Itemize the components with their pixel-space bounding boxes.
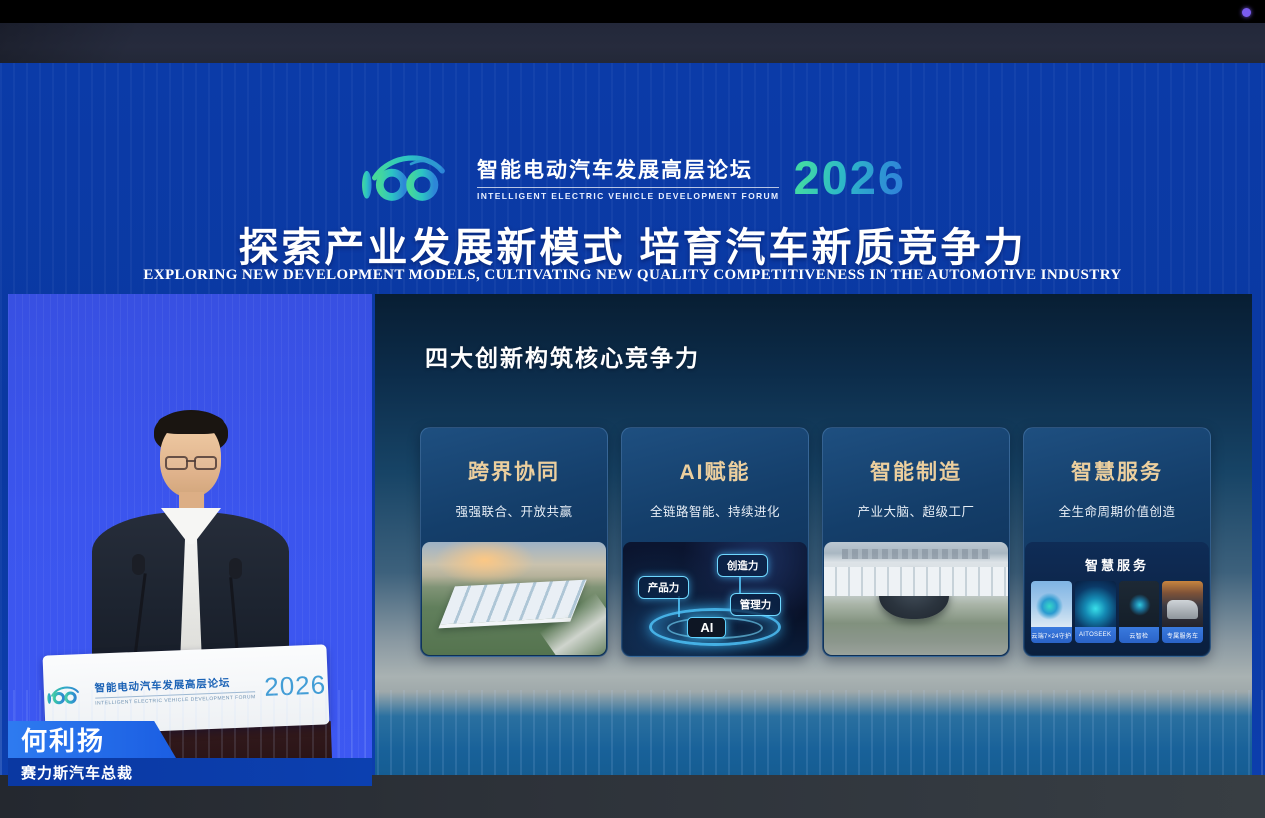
card-title: 智能制造 [870,461,962,484]
service-tile-service-van: 专属服务车 [1162,581,1203,643]
card-title: AI赋能 [679,461,751,484]
forum-logo-text: 智能电动汽车发展高层论坛 INTELLIGENT ELECTRIC VEHICL… [476,154,780,201]
card-cross-industry: 跨界协同 强强联合、开放共赢 [420,427,608,657]
card-subtitle: 强强联合、开放共赢 [455,505,573,519]
speaker-glasses-bridge [186,460,196,462]
service-tile-label: 云端7×24守护 [1031,627,1072,643]
podium-logo-divider [95,691,256,699]
card-title: 智慧服务 [1071,461,1163,484]
cloud-inspection-icon [1118,581,1160,627]
service-tile-label: AITOSEEK [1074,627,1116,643]
speaker-name: 何利扬 [21,726,106,756]
card-smart-manufacturing: 智能制造 产业大脑、超级工厂 [822,427,1010,657]
ai-chip-label: AI [687,616,727,638]
service-tile-aitoseek: AITOSEEK [1074,581,1116,643]
stage-background: 智能电动汽车发展高层论坛 INTELLIGENT ELECTRIC VEHICL… [0,63,1265,791]
forum-title-cn: 智能电动汽车发展高层论坛 [476,158,753,182]
speaker-video-panel: 智能电动汽车发展高层论坛 INTELLIGENT ELECTRIC VEHICL… [8,294,372,791]
ai-platform-image: 产品力 创造力 管理力 AI [623,542,807,655]
forum-100-logo-icon [359,149,463,205]
speaker-title: 赛力斯汽车总裁 [21,764,134,782]
card-title: 跨界协同 [468,461,560,484]
podium-logo-icon [47,686,79,705]
podium-year: 2026 [263,668,327,702]
service-tile-cloud-check: 云智检 [1118,581,1160,643]
microphone-icon-left [132,554,145,575]
forum-logo-lockup: 智能电动汽车发展高层论坛 INTELLIGENT ELECTRIC VEHICL… [0,149,1265,205]
factory-aerial-image [422,542,606,655]
speaker-hair-fringe [158,412,224,434]
ai-connector-line [738,575,741,594]
video-frame: 智能电动汽车发展高层论坛 INTELLIGENT ELECTRIC VEHICL… [0,0,1265,818]
round-building-top [901,571,928,582]
service-panel-title: 智慧服务 [1084,558,1149,573]
podium-title-cn: 智能电动汽车发展高层论坛 [94,677,231,695]
presentation-slide: 四大创新构筑核心竞争力 跨界协同 强强联合、开放共赢 AI赋能 全链路智能、持续… [375,294,1252,791]
forum-logo-divider [476,186,780,188]
speaker-glasses-left [165,456,188,470]
ai-tag-management: 管理力 [729,592,782,616]
card-ai-empowerment: AI赋能 全链路智能、持续进化 产品力 创造力 管理力 AI [621,427,809,657]
event-headline-cn: 探索产业发展新模式 培育汽车新质竞争力 [238,226,1027,270]
card-subtitle: 全生命周期价值创造 [1058,505,1176,519]
card-subtitle: 全链路智能、持续进化 [649,505,780,519]
microphone-icon-right [229,558,242,579]
speaker-glasses-right [194,456,217,470]
forum-title-en: INTELLIGENT ELECTRIC VEHICLE DEVELOPMENT… [476,190,780,201]
recording-indicator-dot [1242,8,1251,17]
podium-title-en: INTELLIGENT ELECTRIC VEHICLE DEVELOPMENT… [95,694,256,707]
service-tile-cloud: 云端7×24守护 [1031,581,1072,643]
letterbox-top [0,0,1265,23]
service-tile-label: 云智检 [1118,627,1160,643]
smart-factory-image [824,542,1008,655]
aitoseek-icon [1074,581,1116,627]
podium-logo-text: 智能电动汽车发展高层论坛 INTELLIGENT ELECTRIC VEHICL… [94,674,255,706]
ai-tag-creativity: 创造力 [716,554,769,578]
speaker-name-banner: 何利扬 [8,721,176,758]
window-chrome-bar [0,23,1265,63]
slide-title: 四大创新构筑核心竞争力 [425,345,700,371]
card-smart-service: 智慧服务 全生命周期价值创造 智慧服务 云端7×24守护 AITOSEEK 云智… [1023,427,1211,657]
ai-tag-product: 产品力 [637,575,690,599]
forum-year: 2026 [793,150,907,204]
speaker-title-strip: 赛力斯汽车总裁 [8,758,372,786]
service-van-icon [1162,581,1203,627]
event-headline-en: EXPLORING NEW DEVELOPMENT MODELS, CULTIV… [143,267,1122,283]
innovation-cards-row: 跨界协同 强强联合、开放共赢 AI赋能 全链路智能、持续进化 产品力 创造力 管… [420,427,1212,657]
service-tiles-row: 云端7×24守护 AITOSEEK 云智检 专属服务车 [1025,574,1209,643]
cloud-care-icon [1031,581,1072,627]
service-tile-label: 专属服务车 [1162,627,1203,643]
smart-service-image: 智慧服务 云端7×24守护 AITOSEEK 云智检 专属服务车 [1025,542,1209,655]
card-subtitle: 产业大脑、超级工厂 [857,505,975,519]
round-building [879,569,950,619]
